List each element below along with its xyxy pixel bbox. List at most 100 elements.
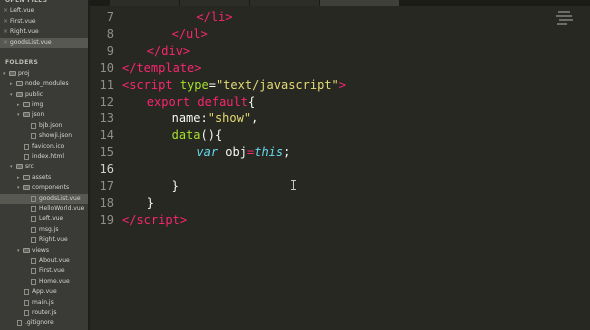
folder-open-icon (9, 70, 16, 76)
line-number: 8 (106, 26, 114, 41)
folder-open-icon (16, 164, 23, 170)
code-token: type (179, 77, 209, 92)
sidebar-item-label: json (32, 111, 45, 119)
sidebar-item-label: proj (18, 69, 30, 77)
code-token: > (338, 77, 347, 92)
file-item[interactable]: App.vue (0, 287, 88, 297)
code-line[interactable]: } (172, 178, 179, 195)
folder-item[interactable]: ▾ public (0, 90, 88, 100)
file-item[interactable]: showji.json (0, 131, 88, 141)
sidebar-item-label: Right.vue (10, 28, 39, 36)
folder-item[interactable]: ▸ node_modules (0, 79, 88, 89)
chevron-down-icon[interactable]: ▾ (10, 90, 13, 100)
close-icon[interactable]: × (3, 6, 8, 16)
code-line[interactable]: data(){ (172, 127, 223, 144)
open-file-item[interactable]: × First.vue (0, 17, 88, 27)
folder-icon (16, 81, 23, 87)
file-item[interactable]: About.vue (0, 256, 88, 266)
file-item[interactable]: HelloWorld.vue (0, 204, 88, 214)
line-number: 12 (99, 94, 114, 109)
chevron-down-icon[interactable]: ▾ (17, 246, 20, 256)
code-line[interactable]: </template> (122, 60, 201, 77)
file-icon (31, 122, 36, 129)
code-line[interactable]: </div> (147, 43, 190, 60)
folder-item[interactable]: ▾ src (0, 162, 88, 172)
line-number: 10 (99, 60, 114, 75)
minimap[interactable] (556, 9, 576, 29)
close-icon[interactable]: × (3, 38, 8, 48)
code-line[interactable]: <script type="text/javascript"> (122, 77, 346, 94)
file-item[interactable]: goodsList.vue (0, 193, 88, 204)
code-token: (){ (200, 128, 223, 143)
folder-open-icon (23, 247, 30, 253)
code-line[interactable]: export default{ (147, 94, 255, 111)
chevron-right-icon[interactable]: ▸ (17, 100, 20, 110)
line-number: 9 (106, 43, 114, 58)
code-token: data (171, 128, 201, 143)
sidebar-item-label: Home.vue (39, 277, 70, 285)
open-file-item[interactable]: × goodsList.vue (0, 37, 88, 48)
file-item[interactable]: main.js (0, 298, 88, 308)
chevron-down-icon[interactable]: ▾ (17, 110, 20, 120)
code-token: default (197, 94, 248, 109)
sidebar-item-label: OPEN FILES (5, 0, 48, 4)
file-icon (31, 258, 36, 264)
sidebar-item-label: goodsList.vue (39, 194, 81, 202)
code-editor[interactable]: </li> </ul> </div> </template> <script type=… (122, 6, 590, 330)
folder-item[interactable]: ▾ components (0, 183, 88, 193)
line-number: 17 (99, 179, 114, 193)
code-line[interactable]: </ul> (172, 26, 208, 43)
file-item[interactable]: bjb.json (0, 121, 88, 131)
file-icon (31, 206, 36, 212)
sidebar-item-label: router.js (32, 309, 57, 316)
code-token: obj (218, 145, 247, 160)
folders-header: FOLDERS (0, 58, 88, 68)
code-token: > (179, 212, 188, 227)
sidebar-item-label: FOLDERS (5, 59, 39, 67)
code-token: name: (171, 111, 208, 126)
sidebar-item-label: node_modules (25, 80, 69, 88)
sidebar-item-label: Left.vue (39, 215, 64, 223)
chevron-right-icon[interactable]: ▸ (17, 173, 20, 183)
sidebar-item-label: Left.vue (10, 7, 35, 15)
close-icon[interactable]: × (3, 17, 8, 27)
open-file-item[interactable]: × Right.vue (0, 27, 88, 37)
chevron-down-icon[interactable]: ▾ (17, 183, 20, 193)
file-item[interactable]: Right.vue (0, 235, 88, 245)
folder-item[interactable]: ▾ proj (0, 69, 88, 79)
folder-item[interactable]: ▸ assets (0, 173, 88, 183)
line-number: 7 (106, 10, 114, 24)
code-token: <script (122, 77, 173, 92)
sidebar-item-label: main.js (32, 298, 54, 306)
folder-item[interactable]: ▾ views (0, 246, 88, 256)
open-file-item[interactable]: × Left.vue (0, 6, 88, 16)
file-item[interactable]: Home.vue (0, 277, 88, 287)
file-item[interactable]: .gitignore (0, 318, 88, 328)
file-item[interactable]: msg.js (0, 225, 88, 235)
sidebar-item-label: msg.js (39, 225, 59, 233)
file-item[interactable]: Left.vue (0, 214, 88, 224)
chevron-right-icon[interactable]: ▸ (10, 79, 13, 89)
line-number: 18 (99, 195, 114, 210)
chevron-down-icon[interactable]: ▾ (3, 69, 6, 79)
code-line[interactable]: var obj=this; (196, 144, 290, 161)
code-line[interactable]: name:"show", (172, 110, 259, 127)
file-item[interactable]: First.vue (0, 266, 88, 276)
file-item[interactable]: favicon.ico (0, 142, 88, 152)
folder-item[interactable]: ▾ json (0, 110, 88, 120)
mouse-ibeam-cursor (290, 180, 297, 190)
chevron-down-icon[interactable]: ▾ (10, 162, 13, 172)
line-number: 19 (99, 212, 114, 227)
folder-open-icon (16, 91, 23, 97)
code-line[interactable]: </li> (196, 9, 232, 26)
close-icon[interactable]: × (3, 27, 8, 37)
code-line[interactable]: </script> (122, 212, 187, 229)
code-line[interactable]: } (147, 195, 154, 212)
line-number: 15 (99, 145, 114, 160)
folder-item[interactable]: ▸ img (0, 100, 88, 110)
file-item[interactable]: router.js (0, 308, 88, 318)
line-number: 11 (99, 77, 114, 92)
sidebar-item-label: .gitignore (25, 319, 54, 327)
folder-icon (23, 102, 30, 107)
file-item[interactable]: index.html (0, 152, 88, 162)
